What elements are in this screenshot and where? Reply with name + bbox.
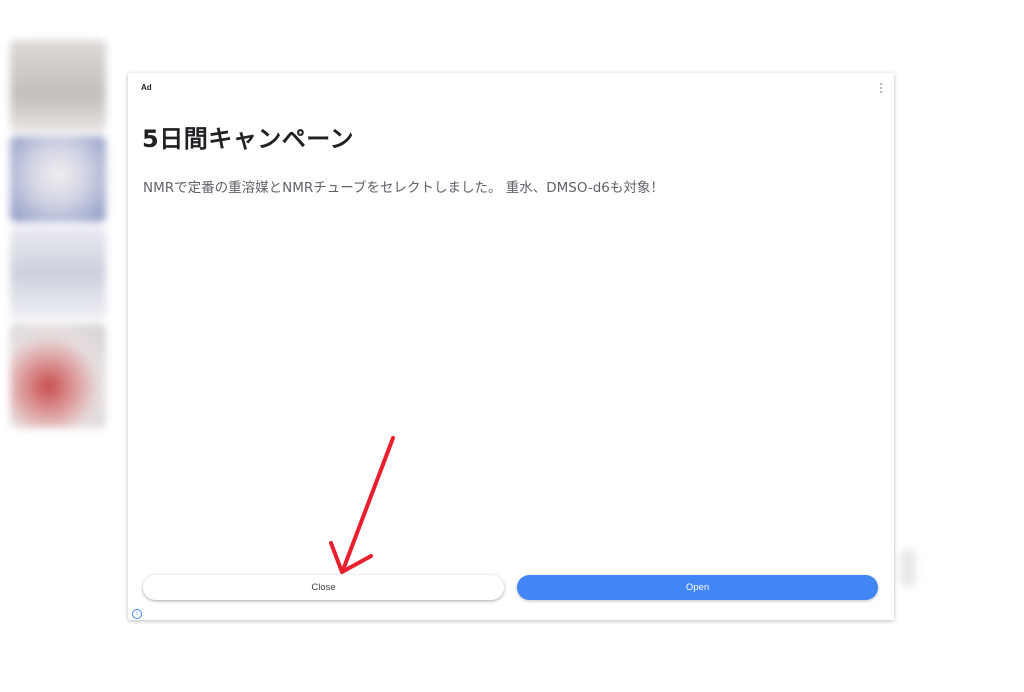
background-shadow — [900, 548, 916, 588]
close-button[interactable]: Close — [143, 575, 504, 600]
ad-dialog: Ad 5日間キャンペーン NMRで定番の重溶媒とNMRチューブをセレクトしました… — [128, 73, 894, 620]
info-icon[interactable]: i — [132, 609, 142, 619]
kebab-menu-icon[interactable] — [878, 83, 884, 95]
ad-description: NMRで定番の重溶媒とNMRチューブをセレクトしました。 重水、DMSO-d6も… — [143, 180, 664, 196]
page: Ad 5日間キャンペーン NMRで定番の重溶媒とNMRチューブをセレクトしました… — [0, 0, 1024, 692]
ad-headline: 5日間キャンペーン — [142, 125, 354, 153]
open-button[interactable]: Open — [517, 575, 878, 600]
background-product-image — [6, 40, 110, 432]
ad-label: Ad — [141, 83, 152, 92]
